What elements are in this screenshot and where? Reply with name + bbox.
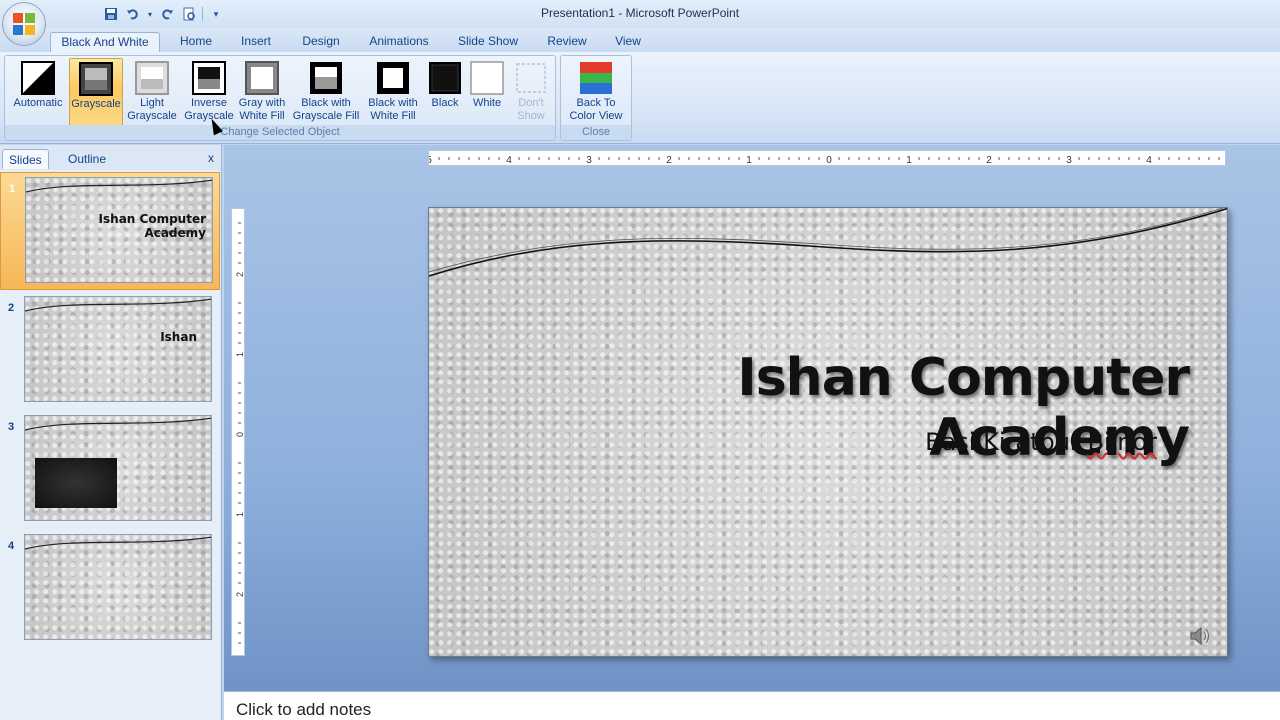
- thumbnail-image: Ishan Computer Academy Basi Kiratpur Bij…: [25, 177, 213, 283]
- ribbon: Automatic Grayscale Light Grayscale Inve…: [0, 52, 1280, 144]
- svg-text:1: 1: [746, 155, 752, 166]
- tab-insert[interactable]: Insert: [232, 32, 280, 52]
- tab-view[interactable]: View: [608, 32, 648, 52]
- black-with-grayscale-fill-button[interactable]: Black with Grayscale Fill: [291, 58, 361, 126]
- grayscale-button[interactable]: Grayscale: [69, 58, 123, 126]
- sound-icon[interactable]: [1189, 626, 1211, 646]
- black-with-white-fill-icon: [376, 61, 410, 95]
- svg-text:2: 2: [666, 155, 672, 166]
- svg-text:2: 2: [986, 155, 992, 166]
- close-pane-icon[interactable]: x: [208, 151, 214, 165]
- svg-text:2: 2: [235, 592, 245, 597]
- automatic-button[interactable]: Automatic: [9, 58, 67, 126]
- office-button[interactable]: [2, 2, 46, 46]
- window-title: Presentation1 - Microsoft PowerPoint: [540, 6, 740, 20]
- slides-pane: Slides Outline x 1 Ishan Computer Academ…: [0, 145, 222, 720]
- tab-outline[interactable]: Outline: [62, 149, 112, 169]
- tab-slides[interactable]: Slides: [2, 149, 49, 169]
- grayscale-icon: [79, 62, 113, 96]
- slide-subtitle[interactable]: Basi Kiratpur Bijnor: [729, 428, 1157, 456]
- horizontal-ruler: 5 4 3 2 1 0 1 2 3 4: [428, 150, 1226, 166]
- group-label-change-selected-object: Change Selected Object: [5, 125, 555, 140]
- gray-with-white-fill-button[interactable]: Gray with White Fill: [235, 58, 289, 126]
- svg-text:1: 1: [906, 155, 912, 166]
- svg-text:1: 1: [235, 512, 245, 517]
- svg-text:3: 3: [586, 155, 592, 166]
- svg-text:2: 2: [235, 272, 245, 277]
- slide-number: 3: [8, 421, 15, 433]
- tab-slide-show[interactable]: Slide Show: [450, 32, 526, 52]
- thumbnail-image-shape: [35, 458, 117, 508]
- vertical-ruler: 2 1 0 1 2: [231, 208, 245, 656]
- dont-show-icon: [514, 61, 548, 95]
- svg-text:0: 0: [235, 432, 245, 437]
- svg-text:0: 0: [826, 155, 832, 166]
- svg-text:4: 4: [1146, 155, 1152, 166]
- svg-text:5: 5: [429, 155, 432, 166]
- group-close: Back To Color View Close: [560, 55, 632, 141]
- slide-number: 4: [8, 540, 15, 552]
- svg-text:4: 4: [506, 155, 512, 166]
- slide-canvas[interactable]: Ishan Computer Academy Basi Kiratpur Bij…: [428, 207, 1228, 657]
- tab-review[interactable]: Review: [540, 32, 594, 52]
- subtitle-misspelled-word: Bijnor: [1087, 428, 1157, 456]
- thumbnail-image: [24, 534, 212, 640]
- tab-animations[interactable]: Animations: [362, 32, 436, 52]
- tab-black-and-white[interactable]: Black And White: [50, 32, 160, 52]
- svg-text:1: 1: [235, 352, 245, 357]
- black-with-white-fill-button[interactable]: Black with White Fill: [363, 58, 423, 126]
- ribbon-tabs: Black And White Home Insert Design Anima…: [0, 28, 1280, 52]
- inverse-grayscale-button[interactable]: Inverse Grayscale: [181, 58, 237, 126]
- slide-thumbnail-3[interactable]: 3: [0, 411, 220, 529]
- black-icon: [428, 61, 462, 95]
- slide-number: 2: [8, 302, 15, 314]
- inverse-grayscale-icon: [192, 61, 226, 95]
- slide-thumbnail-4[interactable]: 4: [0, 530, 220, 648]
- light-grayscale-icon: [135, 61, 169, 95]
- tab-home[interactable]: Home: [172, 32, 220, 52]
- white-icon: [470, 61, 504, 95]
- thumbnail-subtitle: Basi Kiratpur Bijnor: [153, 230, 196, 236]
- tab-design[interactable]: Design: [294, 32, 348, 52]
- slide-thumbnails: 1 Ishan Computer Academy Basi Kiratpur B…: [0, 170, 220, 720]
- dont-show-button[interactable]: Don't Show: [509, 58, 553, 126]
- office-logo-icon: [13, 13, 35, 35]
- slides-pane-tabs: Slides Outline x: [0, 147, 222, 169]
- notes-placeholder: Click to add notes: [236, 700, 372, 719]
- subtitle-text: Basi Kiratpur: [925, 428, 1088, 456]
- group-label-close: Close: [561, 125, 631, 140]
- slide-wave-line: [429, 208, 1227, 277]
- thumbnail-image: [24, 415, 212, 521]
- black-button[interactable]: Black: [425, 58, 465, 126]
- back-to-color-view-button[interactable]: Back To Color View: [563, 58, 629, 126]
- thumbnail-image: Ishan: [24, 296, 212, 402]
- svg-text:3: 3: [1066, 155, 1072, 166]
- automatic-icon: [21, 61, 55, 95]
- slide-thumbnail-1[interactable]: 1 Ishan Computer Academy Basi Kiratpur B…: [0, 172, 220, 290]
- slide-number: 1: [9, 183, 16, 195]
- slide-thumbnail-2[interactable]: 2 Ishan: [0, 292, 220, 410]
- thumbnail-title: Ishan: [160, 330, 197, 344]
- notes-pane[interactable]: Click to add notes: [224, 691, 1280, 720]
- title-bar: ▾ ▾ Presentation1 - Microsoft PowerPoint: [0, 0, 1280, 28]
- group-change-selected-object: Automatic Grayscale Light Grayscale Inve…: [4, 55, 556, 141]
- white-button[interactable]: White: [467, 58, 507, 126]
- color-view-icon: [579, 61, 613, 95]
- light-grayscale-button[interactable]: Light Grayscale: [125, 58, 179, 126]
- gray-with-white-fill-icon: [245, 61, 279, 95]
- black-with-grayscale-fill-icon: [309, 61, 343, 95]
